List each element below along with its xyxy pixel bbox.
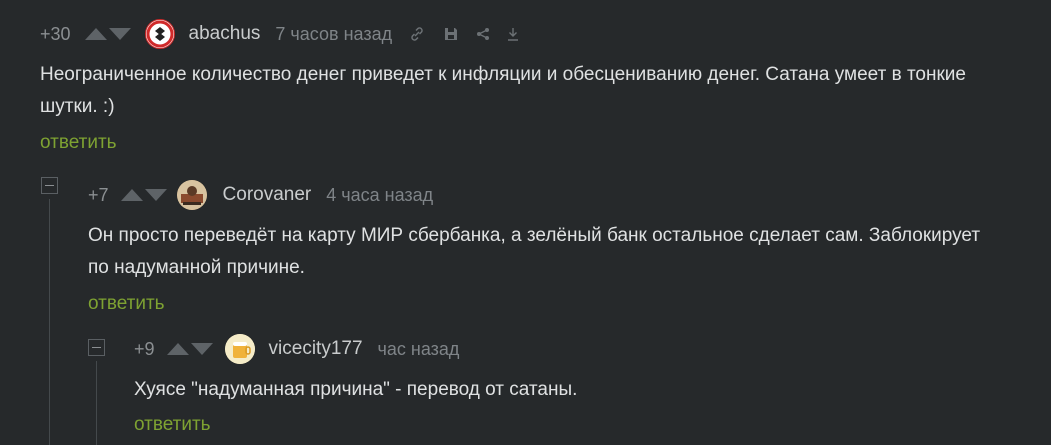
comment-header: +9 vicecity177 час назад bbox=[134, 334, 459, 364]
author-name[interactable]: abachus bbox=[189, 23, 261, 45]
downvote-icon[interactable] bbox=[108, 28, 131, 40]
reply-link[interactable]: ответить bbox=[88, 293, 165, 315]
rating-value: +7 bbox=[88, 184, 109, 205]
downvote-icon[interactable] bbox=[144, 189, 167, 201]
link-icon[interactable] bbox=[406, 23, 428, 45]
upvote-icon[interactable] bbox=[120, 189, 143, 201]
upvote-icon[interactable] bbox=[166, 343, 189, 355]
thread-line bbox=[49, 199, 50, 445]
timestamp[interactable]: час назад bbox=[378, 339, 460, 360]
reply-link[interactable]: ответить bbox=[40, 132, 117, 154]
rating-value: +30 bbox=[40, 23, 71, 44]
comment-text: Неограниченное количество денег приведет… bbox=[40, 64, 966, 117]
upvote-icon[interactable] bbox=[84, 28, 107, 40]
author-name[interactable]: vicecity177 bbox=[269, 338, 363, 360]
comment-text: Хуясе "надуманная причина" - перевод от … bbox=[134, 379, 578, 400]
avatar[interactable] bbox=[224, 334, 255, 364]
comment-text: Он просто переведёт на карту МИР сбербан… bbox=[88, 225, 981, 278]
downvote-icon[interactable] bbox=[190, 343, 213, 355]
collapse-icon[interactable] bbox=[41, 177, 58, 194]
download-icon[interactable] bbox=[502, 23, 524, 45]
collapse-icon[interactable] bbox=[88, 339, 105, 356]
rating-value: +9 bbox=[134, 338, 155, 359]
save-icon[interactable] bbox=[440, 23, 462, 45]
author-name[interactable]: Corovaner bbox=[223, 184, 312, 206]
avatar[interactable] bbox=[144, 19, 175, 49]
avatar[interactable] bbox=[176, 180, 207, 210]
timestamp[interactable]: 7 часов назад bbox=[275, 24, 392, 45]
thread-line bbox=[96, 361, 97, 445]
comment-header: +30 abachus 7 часов назад bbox=[40, 19, 524, 49]
comment-header: +7 Corovaner 4 часа назад bbox=[88, 180, 433, 210]
reply-link[interactable]: ответить bbox=[134, 414, 211, 436]
timestamp[interactable]: 4 часа назад bbox=[326, 185, 433, 206]
share-icon[interactable] bbox=[472, 23, 494, 45]
